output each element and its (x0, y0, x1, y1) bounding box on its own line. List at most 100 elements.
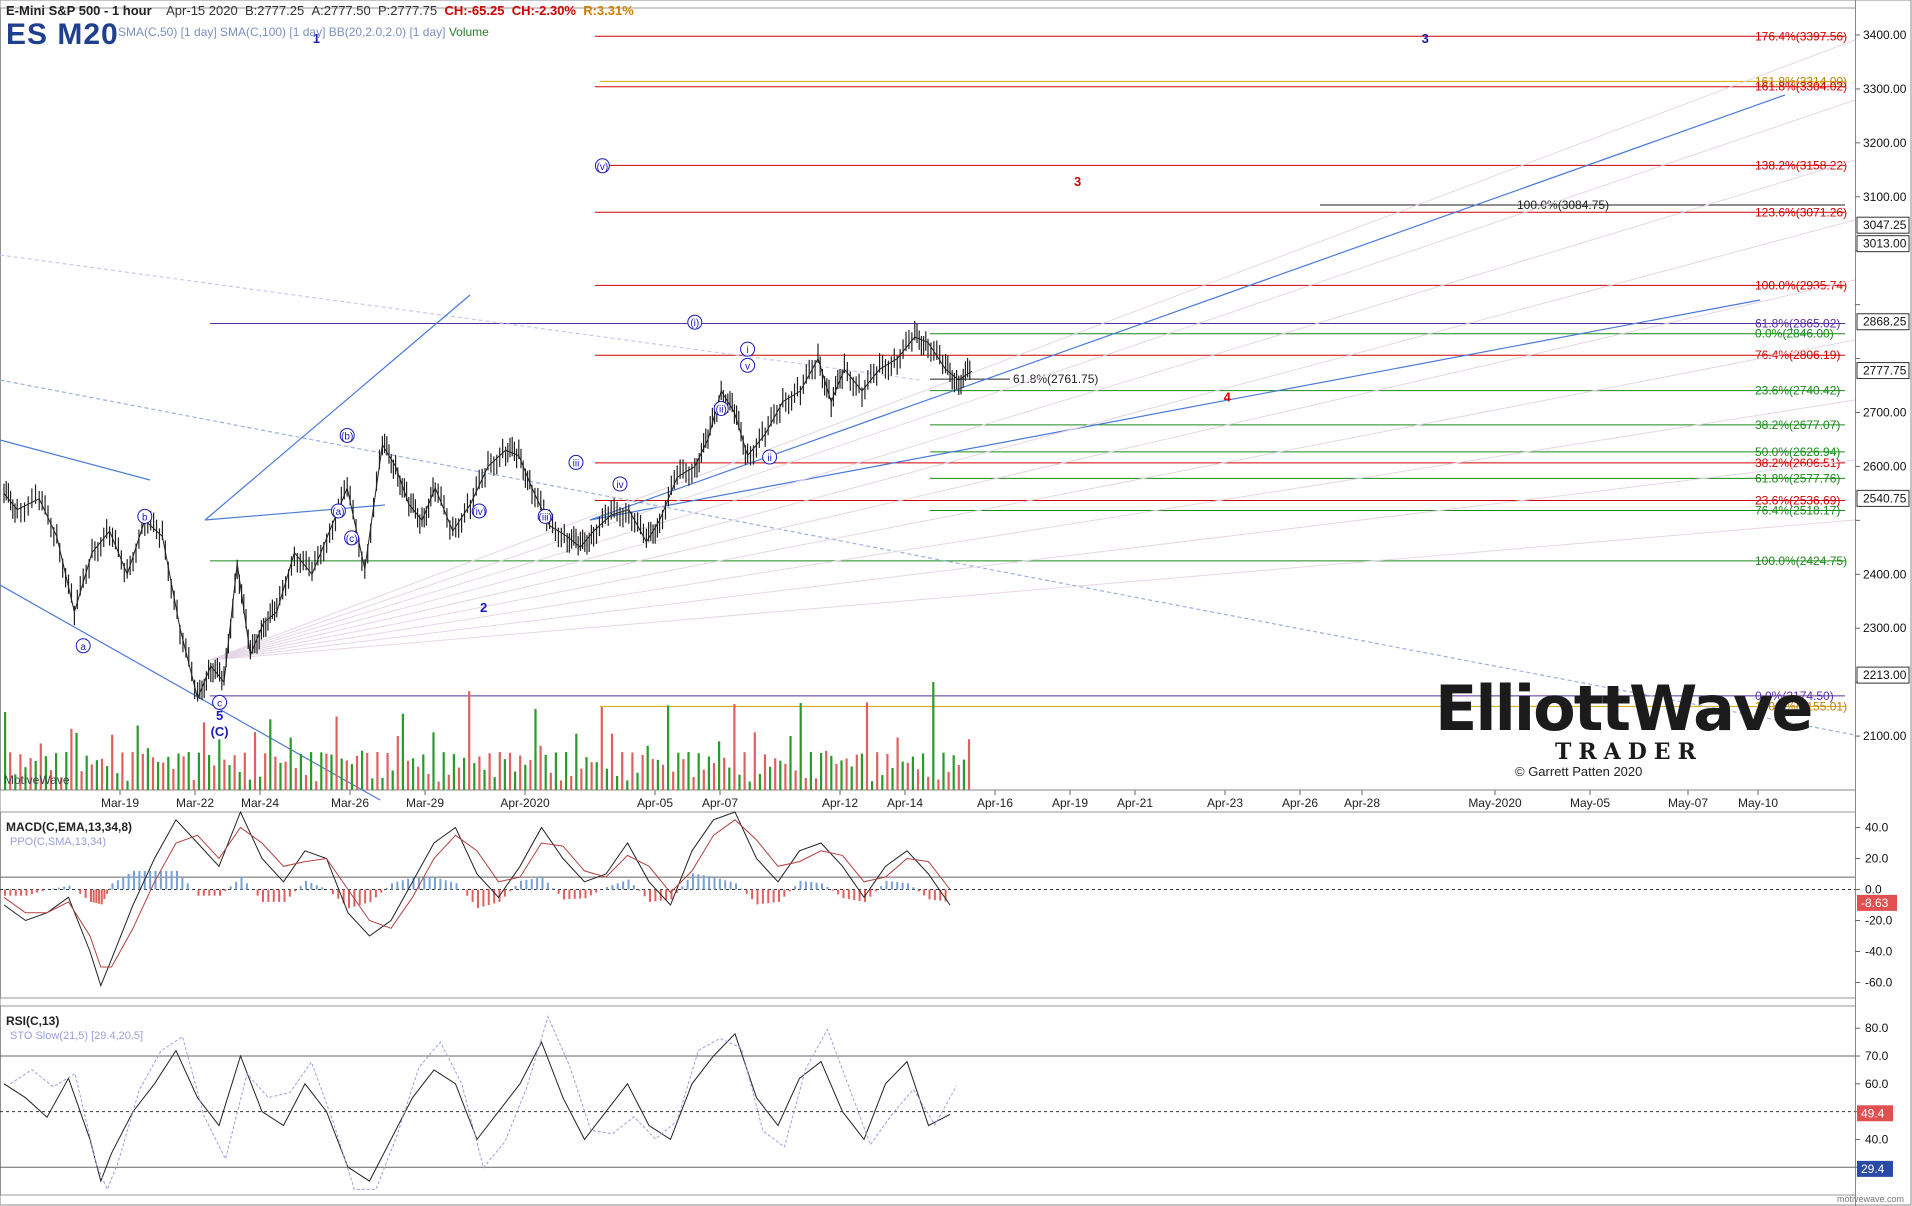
macd-histogram-bar (122, 877, 125, 890)
volume-bar (279, 762, 282, 790)
wave-label: (a) (332, 507, 344, 518)
ticker-symbol: ES M20 (6, 18, 119, 51)
volume-bar (503, 759, 506, 790)
fib-level-label: 38.2%(2677.07) (1755, 418, 1840, 432)
volume-bar (718, 741, 721, 790)
wave-label: 3 (1422, 31, 1429, 46)
volume-bar (483, 769, 486, 790)
macd-histogram-bar (450, 881, 453, 890)
volume-bar (697, 753, 700, 790)
volume-bar (845, 758, 848, 790)
macd-histogram-bar (783, 889, 786, 897)
volume-bar (804, 777, 807, 790)
volume-bar (386, 753, 389, 790)
wave-label: iii (573, 458, 580, 469)
macd-histogram-bar (917, 889, 920, 892)
logo-line1: ElliottWave (1435, 672, 1813, 745)
gann-fan-line (209, 519, 1856, 661)
volume-bar (947, 771, 950, 790)
volume-bar (865, 702, 869, 790)
macd-histogram-bar (358, 889, 361, 905)
macd-histogram-bar (536, 878, 539, 890)
volume-bar (784, 763, 787, 790)
volume-bar (646, 745, 649, 790)
volume-bar (667, 705, 670, 790)
macd-axis-label: -60.0 (1865, 976, 1893, 990)
macd-histogram-bar (686, 879, 689, 890)
volume-bar (218, 739, 221, 790)
price-axis-label: 2777.75 (1863, 364, 1907, 378)
volume-legend: Volume (448, 25, 489, 39)
volume-bar (457, 767, 461, 790)
volume-bar (575, 733, 578, 790)
macd-title[interactable]: MACD(C,EMA,13,34,8) (6, 820, 132, 834)
watermark-motivewave: MotiveWave (4, 773, 70, 787)
logo-copyright: © Garrett Patten 2020 (1515, 764, 1643, 779)
macd-histogram-bar (369, 889, 372, 902)
volume-bar (463, 757, 466, 790)
macd-histogram-bar (804, 881, 807, 890)
wave-label: 2 (480, 600, 487, 615)
gann-fan-line (209, 399, 1856, 661)
macd-axis-label: 20.0 (1865, 852, 1889, 866)
volume-bar (763, 754, 767, 790)
macd-histogram-bar (176, 870, 178, 890)
macd-histogram-bar (831, 889, 834, 891)
volume-bar (616, 775, 619, 790)
macd-histogram-bar (305, 880, 307, 890)
volume-bar (723, 757, 726, 790)
macd-histogram-bar (262, 889, 264, 902)
price-axis-label: 2300.00 (1863, 621, 1907, 635)
volume-bar (269, 719, 272, 790)
fib-level-label: 23.6%(2740.42) (1755, 384, 1840, 398)
macd-histogram-bar (84, 889, 87, 898)
indicator-legend[interactable]: SMA(C,50) [1 day] SMA(C,100) [1 day] BB(… (118, 25, 489, 39)
volume-bar (855, 754, 858, 790)
macd-histogram-bar (649, 889, 651, 902)
macd-histogram-bar (740, 888, 743, 890)
header-price: P:2777.75 (377, 3, 438, 18)
volume-bar (350, 764, 353, 790)
macd-histogram-bar (95, 889, 98, 904)
macd-histogram-bar (611, 885, 614, 890)
volume-bar (172, 768, 175, 790)
volume-bar (631, 752, 634, 790)
macd-histogram-bar (563, 889, 565, 900)
macd-histogram-bar (391, 883, 393, 890)
volume-bar (213, 765, 216, 790)
sto-subtitle: STO Slow(21,5) [29.4,20.5] (10, 1030, 144, 1042)
macd-histogram-bar (127, 874, 130, 890)
macd-histogram-bar (761, 889, 764, 904)
macd-histogram-bar (724, 880, 727, 890)
macd-histogram-bar (729, 881, 732, 890)
fib-level-label: 123.6%(3071.26) (1755, 205, 1847, 219)
macd-histogram-bar (632, 885, 635, 890)
macd-histogram-bar (869, 889, 872, 897)
rsi-axis-label: 60.0 (1865, 1077, 1889, 1091)
volume-bar (264, 753, 267, 790)
volume-bar (774, 758, 777, 790)
volume-bar (422, 754, 425, 790)
macd-histogram-bar (896, 882, 899, 890)
price-axis-label: 3200.00 (1863, 136, 1907, 150)
volume-bar (141, 753, 144, 790)
macd-histogram-bar (267, 889, 270, 902)
volume-bar (687, 752, 690, 790)
volume-bar (952, 755, 955, 790)
volume-bar (100, 758, 104, 790)
volume-bar (906, 762, 909, 790)
wave-label: (i) (690, 318, 699, 329)
rsi-title[interactable]: RSI(C,13) (6, 1014, 59, 1028)
chart-canvas[interactable]: 3400.00 3300.00 3200.00 3100.00 3047.25 3013.… (0, 0, 1912, 1206)
wave-label: (b) (341, 431, 353, 442)
volume-bar (412, 758, 415, 790)
volume-bar (519, 755, 522, 790)
macd-histogram-bar (52, 888, 55, 890)
volume-bar (121, 752, 124, 790)
price-axis-label: 2100.00 (1863, 729, 1907, 743)
macd-histogram-bar (821, 883, 823, 890)
macd-histogram-bar (477, 889, 479, 909)
volume-bar (401, 713, 404, 790)
wave-label: iv (616, 480, 623, 491)
macd-histogram-bar (482, 889, 485, 907)
